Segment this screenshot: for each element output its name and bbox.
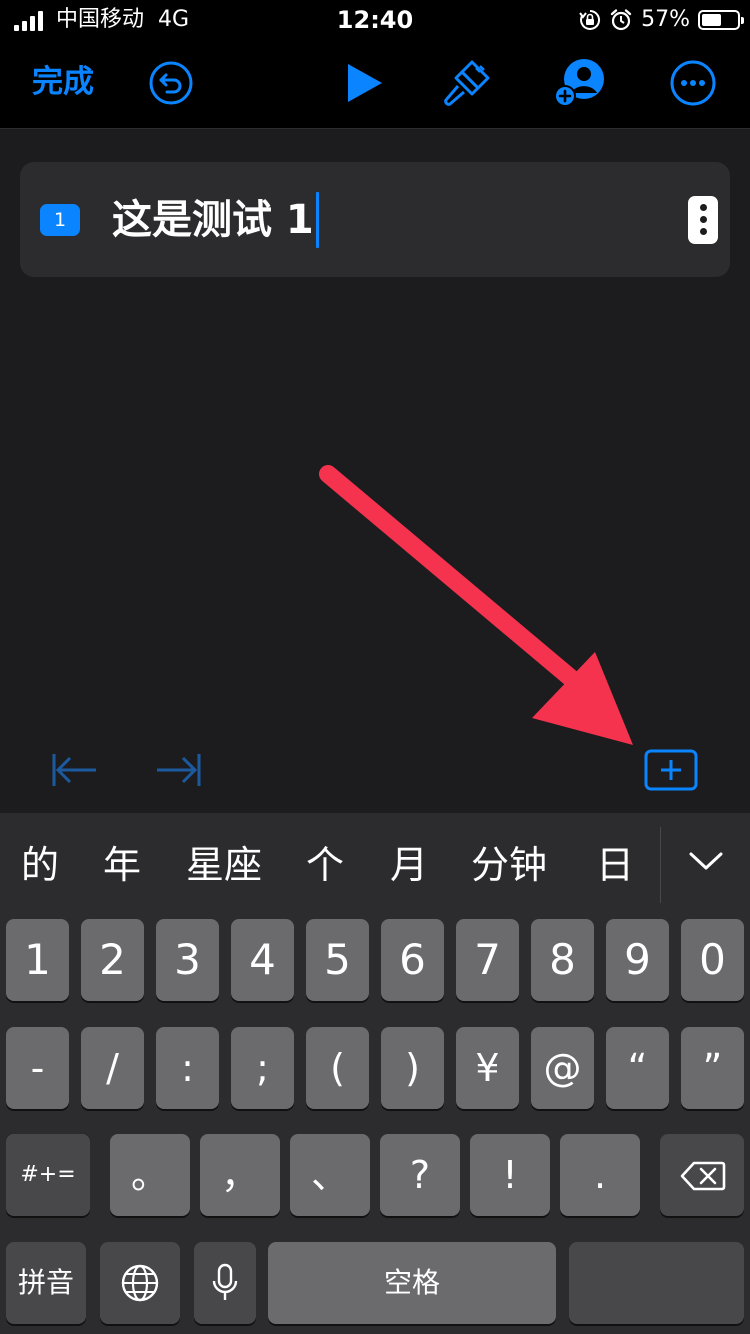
dictation-key[interactable] xyxy=(194,1242,256,1324)
dot xyxy=(700,216,707,223)
space-key[interactable]: 空格 xyxy=(268,1242,556,1324)
candidate-word[interactable]: 月 xyxy=(390,837,428,893)
more-options-icon[interactable] xyxy=(668,58,718,108)
candidate-divider xyxy=(660,827,661,903)
paintbrush-icon[interactable] xyxy=(442,58,492,108)
key-right-quote[interactable]: ” xyxy=(681,1027,744,1109)
action-text: 这是测试 1 xyxy=(112,197,314,243)
done-button[interactable]: 完成 xyxy=(32,62,94,102)
key-colon[interactable]: : xyxy=(156,1027,219,1109)
symbols-mode-key[interactable]: #+= xyxy=(6,1134,90,1216)
key-semicolon[interactable]: ; xyxy=(231,1027,294,1109)
return-key[interactable] xyxy=(569,1242,744,1324)
delete-key[interactable] xyxy=(660,1134,744,1216)
microphone-icon xyxy=(212,1263,238,1300)
play-icon[interactable] xyxy=(340,58,390,108)
key-right-paren[interactable]: ) xyxy=(381,1027,444,1109)
candidate-bar: 的 年 星座 个 月 分钟 日 xyxy=(0,813,750,917)
text-cursor xyxy=(315,192,319,248)
orientation-lock-icon xyxy=(579,9,601,30)
status-bar: 中国移动 4G 12:40 57% xyxy=(0,0,750,40)
key-left-paren[interactable]: ( xyxy=(306,1027,369,1109)
action-text-field[interactable]: 这是测试 1 xyxy=(112,192,319,248)
key-8[interactable]: 8 xyxy=(531,919,594,1001)
undo-icon[interactable] xyxy=(146,58,196,108)
key-period[interactable]: . xyxy=(560,1134,640,1216)
key-6[interactable]: 6 xyxy=(381,919,444,1001)
key-hyphen[interactable]: - xyxy=(6,1027,69,1109)
key-at[interactable]: @ xyxy=(531,1027,594,1109)
shortcut-editor-toolbar: 完成 xyxy=(0,40,750,129)
key-yen[interactable]: ¥ xyxy=(456,1027,519,1109)
key-full-stop[interactable]: 。 xyxy=(110,1134,190,1216)
dot xyxy=(700,228,707,235)
battery-percent: 57% xyxy=(641,7,690,32)
expand-candidates-chevron-down-icon[interactable] xyxy=(688,849,724,873)
keyboard: 的 年 星座 个 月 分钟 日 1 2 3 4 5 6 7 8 9 0 - / … xyxy=(0,813,750,1334)
key-3[interactable]: 3 xyxy=(156,919,219,1001)
status-right: 57% xyxy=(579,6,744,34)
candidate-word[interactable]: 年 xyxy=(103,837,141,893)
backspace-icon xyxy=(680,1161,726,1191)
key-left-quote[interactable]: “ xyxy=(606,1027,669,1109)
battery-fill xyxy=(702,14,721,26)
globe-icon xyxy=(121,1264,159,1302)
key-7[interactable]: 7 xyxy=(456,919,519,1001)
candidate-word[interactable]: 的 xyxy=(21,837,59,893)
key-1[interactable]: 1 xyxy=(6,919,69,1001)
key-enumeration-comma[interactable]: 、 xyxy=(290,1134,370,1216)
key-question[interactable]: ? xyxy=(380,1134,460,1216)
pinyin-key[interactable]: 拼音 xyxy=(6,1242,86,1324)
outdent-icon[interactable] xyxy=(50,750,100,790)
key-comma[interactable]: ， xyxy=(200,1134,280,1216)
candidate-word[interactable]: 个 xyxy=(306,837,344,893)
key-9[interactable]: 9 xyxy=(606,919,669,1001)
key-5[interactable]: 5 xyxy=(306,919,369,1001)
candidate-word[interactable]: 日 xyxy=(596,837,634,893)
dot xyxy=(700,204,707,211)
globe-key[interactable] xyxy=(100,1242,180,1324)
battery-icon xyxy=(698,10,744,30)
action-index-badge: 1 xyxy=(40,204,80,236)
alarm-icon xyxy=(610,9,632,31)
key-slash[interactable]: / xyxy=(81,1027,144,1109)
key-4[interactable]: 4 xyxy=(231,919,294,1001)
add-variable-icon[interactable] xyxy=(644,749,698,791)
candidate-word[interactable]: 分钟 xyxy=(471,837,547,893)
key-exclamation[interactable]: ! xyxy=(470,1134,550,1216)
key-0[interactable]: 0 xyxy=(681,919,744,1001)
text-action-card[interactable]: 1 这是测试 1 xyxy=(20,162,730,277)
key-2[interactable]: 2 xyxy=(81,919,144,1001)
add-to-home-icon[interactable] xyxy=(552,55,608,111)
candidate-word[interactable]: 星座 xyxy=(186,837,262,893)
action-more-button[interactable] xyxy=(688,196,718,244)
indent-icon[interactable] xyxy=(153,750,203,790)
